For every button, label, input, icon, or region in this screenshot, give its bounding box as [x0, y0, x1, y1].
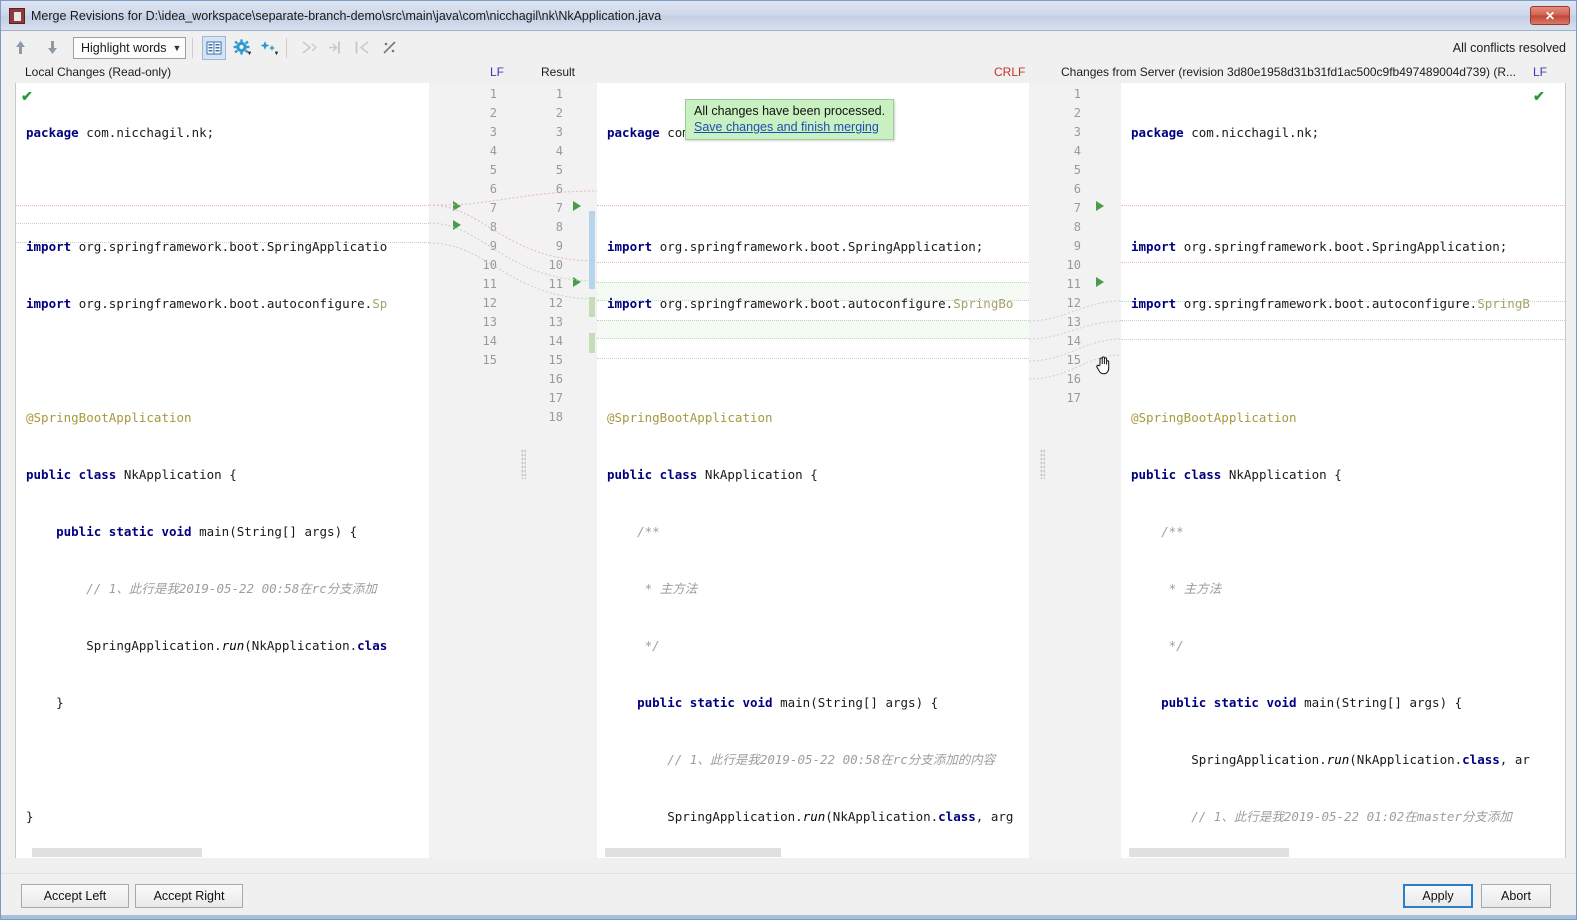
apply-non-conflicting-icon[interactable] [323, 36, 347, 60]
merge-editors: package com.nicchagil.nk; import org.spr… [1, 83, 1576, 858]
center-pane-eol-badge: CRLF [994, 65, 1026, 79]
apply-non-conflicting-right-icon[interactable] [350, 36, 374, 60]
app-icon [9, 7, 25, 24]
window-titlebar: Merge Revisions for D:\idea_workspace\se… [1, 1, 1576, 31]
toolbar-separator [192, 37, 194, 58]
left-editor-pane[interactable]: package com.nicchagil.nk; import org.spr… [15, 83, 429, 858]
center-hscrollbar[interactable] [597, 847, 1029, 858]
mouse-cursor-hand-icon [1096, 356, 1110, 375]
left-pane-eol-badge: LF [490, 65, 505, 79]
chevron-down-icon: ▼ [246, 50, 253, 57]
center-code-content: package com.nicchagil.nk; import org.spr… [607, 125, 1014, 824]
center-pane-title: Result [541, 65, 576, 79]
abort-button[interactable]: Abort [1481, 884, 1551, 908]
left-pane-title: Local Changes (Read-only) [25, 65, 172, 79]
right-pane-title: Changes from Server (revision 3d80e1958d… [1061, 65, 1516, 79]
highlight-mode-select[interactable]: Highlight words ▼ [73, 36, 187, 59]
left-splitter-handle[interactable] [521, 449, 526, 479]
merge-revisions-window: Merge Revisions for D:\idea_workspace\se… [0, 0, 1577, 920]
left-code-content: package com.nicchagil.nk; import org.spr… [26, 125, 388, 824]
settings-gear-icon[interactable]: ▼ [229, 36, 253, 60]
right-pane-eol-badge: LF [1533, 65, 1548, 79]
highlight-mode-value: Highlight words [81, 40, 167, 55]
apply-non-conflicting-left-icon[interactable] [296, 36, 320, 60]
ignore-whitespace-icon[interactable] [377, 36, 401, 60]
toolbar-separator [286, 37, 288, 58]
right-hscrollbar[interactable] [1121, 847, 1565, 858]
previous-difference-button[interactable] [7, 36, 33, 60]
side-by-side-viewer-icon[interactable] [202, 35, 227, 60]
merge-complete-popup: All changes have been processed. Save ch… [685, 99, 895, 140]
toolbar: Highlight words ▼ ▼ ▼ All conflicts reso… [1, 32, 1576, 63]
left-resolved-check-icon: ✔ [21, 88, 33, 104]
save-and-finish-merging-link[interactable]: Save changes and finish merging [694, 120, 879, 134]
apply-button[interactable]: Apply [1403, 884, 1473, 908]
right-code-content: package com.nicchagil.nk; import org.spr… [1131, 125, 1530, 824]
conflict-status-label: All conflicts resolved [1452, 40, 1566, 55]
popup-message: All changes have been processed. [694, 104, 886, 118]
left-diff-connectors [429, 190, 597, 300]
accept-left-button[interactable]: Accept Left [21, 884, 129, 908]
window-title: Merge Revisions for D:\idea_workspace\se… [31, 8, 662, 23]
center-editor-pane[interactable]: package com.nicchagil.nk; import org.spr… [597, 83, 1029, 858]
chevron-down-icon: ▼ [172, 42, 182, 53]
close-icon[interactable]: ✕ [1530, 6, 1570, 25]
chevron-down-icon: ▼ [273, 50, 280, 57]
dialog-button-bar: Accept Left Accept Right Apply Abort [1, 873, 1576, 919]
pane-headers: Local Changes (Read-only) LF Result CRLF… [1, 63, 1576, 83]
left-hscrollbar[interactable] [16, 847, 429, 858]
magic-resolve-icon[interactable]: ▼ [256, 36, 280, 60]
right-editor-pane[interactable]: package com.nicchagil.nk; import org.spr… [1121, 83, 1566, 858]
right-resolved-check-icon: ✔ [1533, 88, 1545, 104]
right-splitter-handle[interactable] [1040, 449, 1045, 479]
accept-right-button[interactable]: Accept Right [135, 884, 243, 908]
next-difference-button[interactable] [39, 36, 65, 60]
window-bottom-edge [1, 915, 1576, 919]
